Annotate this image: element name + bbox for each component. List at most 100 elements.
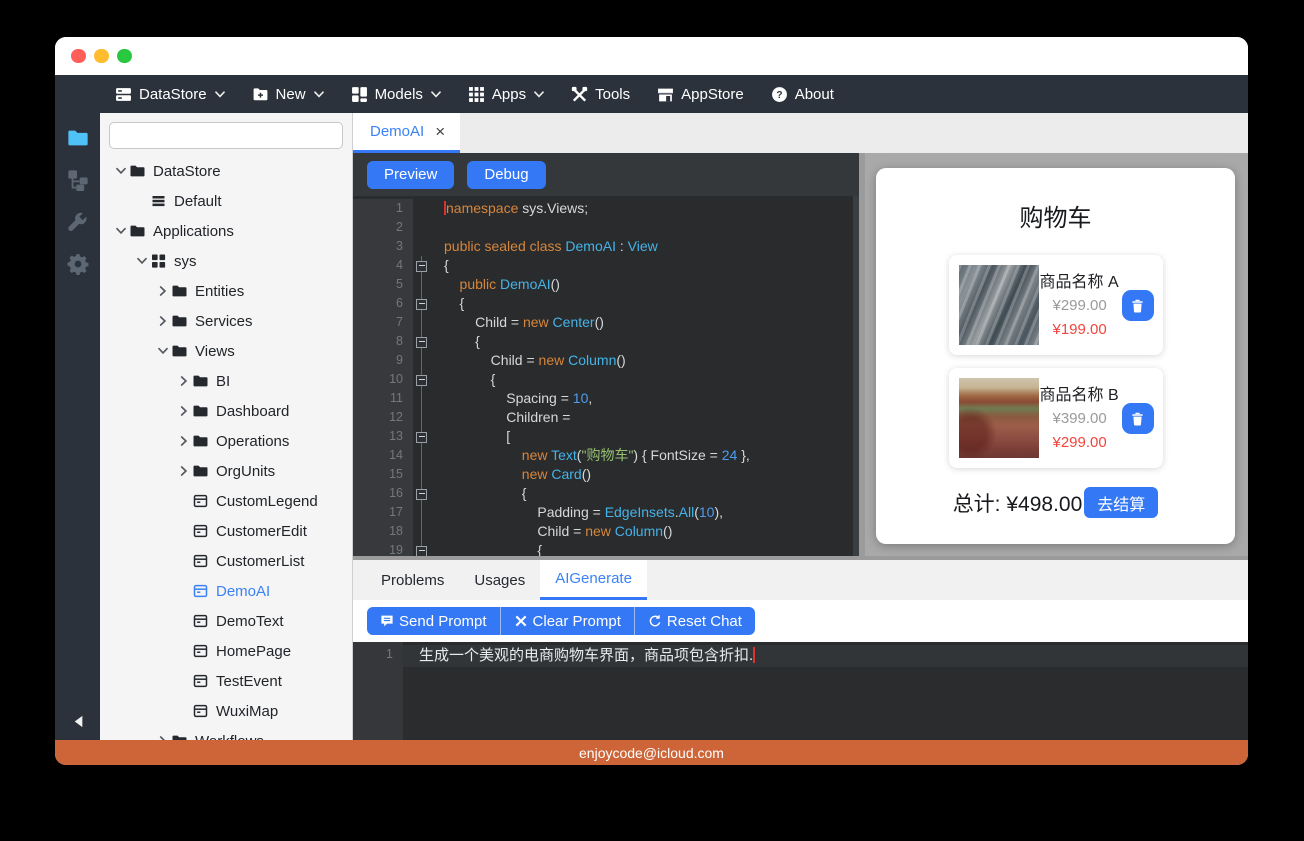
tree-item-views[interactable]: Views (100, 336, 352, 366)
collapse-region-icon[interactable] (416, 488, 427, 500)
tree-item-applications[interactable]: Applications (100, 216, 352, 246)
tree-item-bi[interactable]: BI (100, 366, 352, 396)
collapse-region-icon[interactable] (416, 336, 427, 348)
tree-item-customlegend[interactable]: CustomLegend (100, 486, 352, 516)
menu-item-new[interactable]: New (252, 86, 324, 103)
tree-item-operations[interactable]: Operations (100, 426, 352, 456)
preview-button[interactable]: Preview (367, 160, 455, 189)
chevron-right-icon[interactable] (175, 436, 192, 446)
tree-item-customerlist[interactable]: CustomerList (100, 546, 352, 576)
tab-demoai[interactable]: DemoAI × (353, 113, 461, 153)
prompt-editor[interactable]: 1 生成一个美观的电商购物车界面，商品项包含折扣. (353, 642, 1248, 740)
tree-item-entities[interactable]: Entities (100, 276, 352, 306)
fold-marker[interactable] (413, 256, 431, 275)
folder-icon[interactable] (67, 127, 89, 149)
fold-marker[interactable] (413, 541, 431, 556)
fold-gutter (413, 446, 431, 465)
code-text: Child = new Column() (444, 352, 626, 368)
chevron-down-icon[interactable] (133, 256, 150, 266)
tree-item-label: WuxiMap (216, 702, 279, 720)
chevron-right-icon[interactable] (175, 466, 192, 476)
fold-marker[interactable] (413, 294, 431, 313)
chevron-down-icon (534, 90, 544, 98)
collapse-region-icon[interactable] (416, 374, 427, 386)
tree-item-demoai[interactable]: DemoAI (100, 576, 352, 606)
fold-marker[interactable] (413, 332, 431, 351)
tree-item-wuximap[interactable]: WuxiMap (100, 696, 352, 726)
tree-item-services[interactable]: Services (100, 306, 352, 336)
zoom-window-button[interactable] (117, 48, 132, 64)
prompt-line: 生成一个美观的电商购物车界面，商品项包含折扣. (403, 645, 1248, 667)
tab-usages[interactable]: Usages (459, 560, 540, 600)
text-cursor (753, 646, 756, 663)
prompt-text-area[interactable]: 生成一个美观的电商购物车界面，商品项包含折扣. (403, 642, 1248, 740)
editor-column: DemoAI × Preview Debug 1 namespace sys.Vi… (353, 113, 1248, 740)
status-bar: enjoycode@icloud.com (55, 740, 1248, 765)
tree-item-datastore[interactable]: DataStore (100, 156, 352, 186)
tree-item-label: CustomerEdit (216, 522, 307, 540)
clear-prompt-button[interactable]: Clear Prompt (500, 607, 635, 635)
code-line: 1 namespace sys.Views; (353, 199, 859, 218)
activity-bar (55, 113, 100, 740)
collapse-region-icon[interactable] (416, 260, 427, 272)
close-window-button[interactable] (71, 48, 86, 64)
button-label: Reset Chat (666, 612, 742, 630)
tree-item-label: BI (216, 372, 231, 390)
chevron-right-icon[interactable] (175, 376, 192, 386)
tree-item-workflows[interactable]: Workflows (100, 726, 352, 740)
menu-item-tools[interactable]: Tools (571, 86, 630, 103)
chevron-right-icon[interactable] (154, 316, 171, 326)
chevron-down-icon[interactable] (112, 166, 129, 176)
tab-aigenerate[interactable]: AIGenerate (540, 560, 647, 600)
fold-gutter (413, 275, 431, 294)
delete-item-button[interactable] (1121, 403, 1154, 434)
collapse-region-icon[interactable] (416, 545, 427, 556)
line-number: 9 (353, 351, 413, 370)
wrench-icon[interactable] (67, 211, 89, 233)
tree-item-demotext[interactable]: DemoText (100, 606, 352, 636)
menu-item-apps[interactable]: Apps (468, 86, 544, 103)
chevron-right-icon[interactable] (175, 406, 192, 416)
code-editor-scrollbar[interactable] (853, 196, 859, 556)
desktop-background: DataStore New Models Apps Tools AppStore ? Abou… (0, 0, 1304, 841)
menu-item-appstore[interactable]: AppStore (657, 86, 744, 103)
tree-item-sys[interactable]: sys (100, 246, 352, 276)
chevron-down-icon[interactable] (112, 226, 129, 236)
line-number: 19 (353, 541, 413, 556)
chevron-down-icon[interactable] (154, 346, 171, 356)
hierarchy-icon[interactable] (67, 169, 89, 191)
tree-item-orgunits[interactable]: OrgUnits (100, 456, 352, 486)
reset-chat-button[interactable]: Reset Chat (634, 607, 755, 635)
svg-text:?: ? (776, 90, 782, 101)
checkout-button[interactable]: 去结算 (1084, 487, 1159, 518)
fold-marker[interactable] (413, 370, 431, 389)
tree-item-homepage[interactable]: HomePage (100, 636, 352, 666)
tree-item-testevent[interactable]: TestEvent (100, 666, 352, 696)
code-text: Child = new Center() (444, 314, 604, 330)
chevron-right-icon[interactable] (154, 286, 171, 296)
collapse-region-icon[interactable] (416, 298, 427, 310)
code-line: 14 new Text("购物车") { FontSize = 24 }, (353, 446, 859, 465)
menu-item-about[interactable]: ? About (771, 86, 834, 103)
code-editor[interactable]: 1 namespace sys.Views; 2 3 public sealed cla… (353, 196, 859, 556)
tree-item-customeredit[interactable]: CustomerEdit (100, 516, 352, 546)
tree-item-default[interactable]: Default (100, 186, 352, 216)
line-number: 18 (353, 522, 413, 541)
delete-item-button[interactable] (1121, 290, 1154, 321)
debug-button[interactable]: Debug (467, 160, 546, 189)
collapse-region-icon[interactable] (416, 431, 427, 443)
send-prompt-button[interactable]: Send Prompt (367, 607, 501, 635)
minimize-window-button[interactable] (94, 48, 109, 64)
prompt-toolbar: Send Prompt Clear Prompt Reset Chat (353, 600, 1248, 642)
collapse-sidebar-button[interactable] (72, 715, 83, 728)
tree-item-dashboard[interactable]: Dashboard (100, 396, 352, 426)
fold-marker[interactable] (413, 427, 431, 446)
trash-icon (1131, 412, 1144, 426)
close-tab-icon[interactable]: × (435, 123, 445, 140)
menu-item-models[interactable]: Models (351, 86, 441, 103)
gear-icon[interactable] (67, 253, 89, 275)
fold-marker[interactable] (413, 484, 431, 503)
search-input[interactable] (135, 127, 335, 144)
menu-item-datastore[interactable]: DataStore (115, 86, 225, 103)
tab-problems[interactable]: Problems (366, 560, 459, 600)
